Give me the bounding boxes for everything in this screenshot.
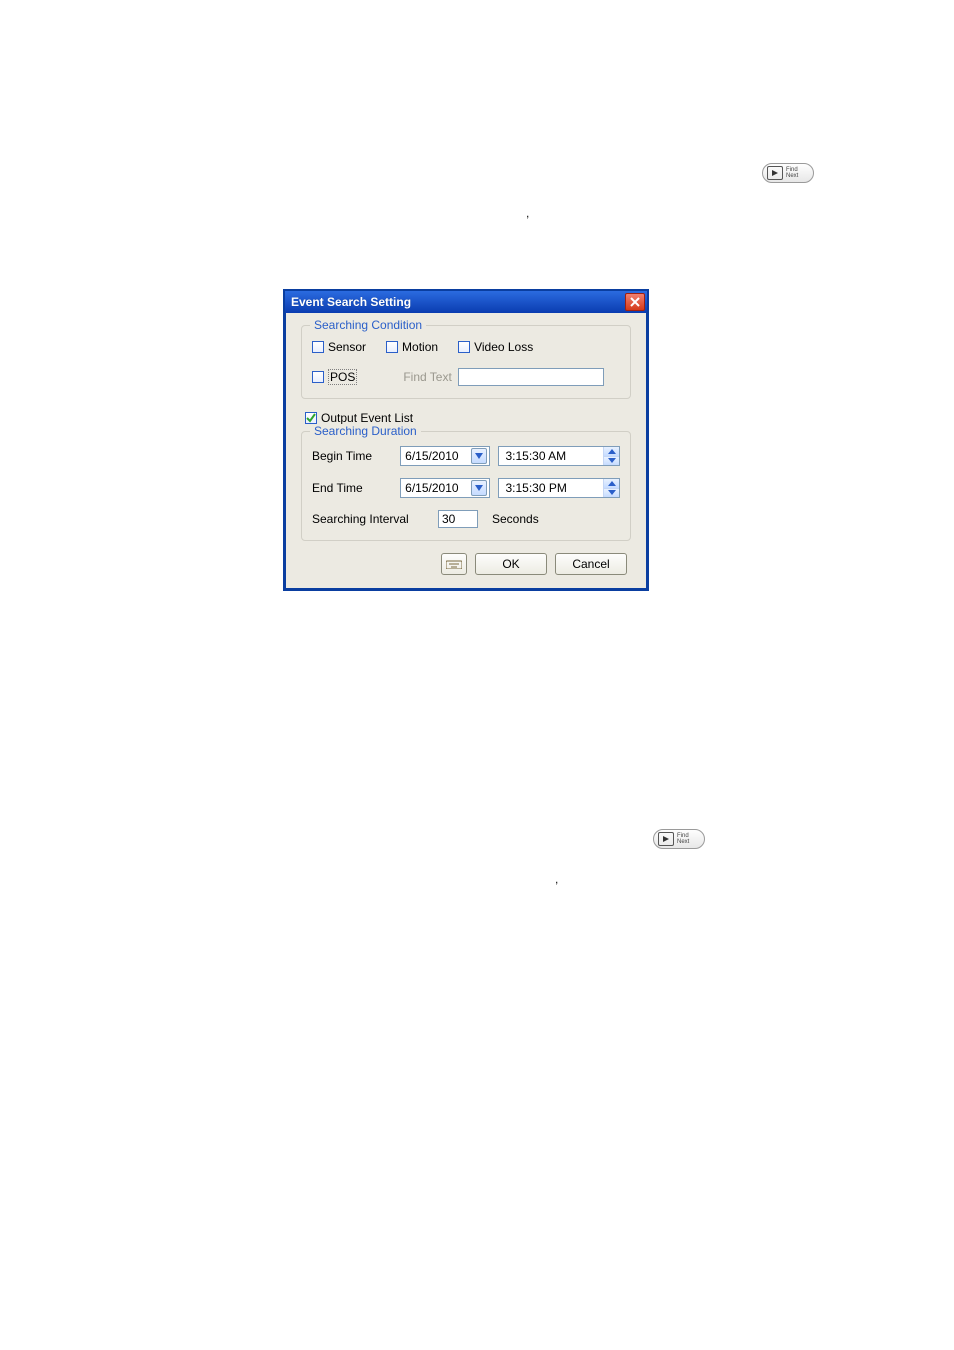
spin-down-button[interactable] xyxy=(603,488,619,498)
end-time-value: 3:15:30 PM xyxy=(499,479,603,497)
find-next-label-1: FindNext xyxy=(786,167,798,179)
find-text-label: Find Text xyxy=(403,370,451,384)
spin-up-button[interactable] xyxy=(603,447,619,456)
spin-up-button[interactable] xyxy=(603,479,619,488)
searching-duration-legend: Searching Duration xyxy=(310,424,421,438)
end-date-picker[interactable]: 6/15/2010 xyxy=(400,478,490,498)
motion-checkbox[interactable]: Motion xyxy=(386,340,438,354)
sensor-checkbox[interactable]: Sensor xyxy=(312,340,366,354)
output-event-list-checkbox[interactable]: Output Event List xyxy=(305,411,631,425)
searching-condition-legend: Searching Condition xyxy=(310,318,426,332)
play-icon xyxy=(767,166,783,180)
begin-time-label: Begin Time xyxy=(312,449,400,463)
close-icon xyxy=(630,297,640,307)
searching-condition-group: Searching Condition Sensor Motion Video … xyxy=(301,325,631,399)
dialog-titlebar: Event Search Setting xyxy=(285,291,647,313)
begin-time-value: 3:15:30 AM xyxy=(499,447,603,465)
searching-interval-input[interactable] xyxy=(438,510,478,528)
end-time-label: End Time xyxy=(312,481,400,495)
dialog-title: Event Search Setting xyxy=(291,295,411,309)
interval-unit-label: Seconds xyxy=(492,512,539,526)
spin-down-button[interactable] xyxy=(603,456,619,466)
cancel-button[interactable]: Cancel xyxy=(555,553,627,575)
begin-date-value: 6/15/2010 xyxy=(405,449,458,463)
searching-interval-label: Searching Interval xyxy=(312,512,438,526)
video-loss-checkbox[interactable]: Video Loss xyxy=(458,340,533,354)
close-button[interactable] xyxy=(625,293,645,311)
find-next-button-2[interactable]: FindNext xyxy=(653,829,705,849)
pos-label: POS xyxy=(328,369,357,385)
video-loss-label: Video Loss xyxy=(474,340,533,354)
sensor-label: Sensor xyxy=(328,340,366,354)
motion-label: Motion xyxy=(402,340,438,354)
keyboard-button[interactable] xyxy=(441,553,467,575)
ok-button[interactable]: OK xyxy=(475,553,547,575)
end-time-spinner[interactable]: 3:15:30 PM xyxy=(498,478,620,498)
output-event-list-label: Output Event List xyxy=(321,411,413,425)
find-next-button-1[interactable]: FindNext xyxy=(762,163,814,183)
begin-date-picker[interactable]: 6/15/2010 xyxy=(400,446,490,466)
chevron-down-icon xyxy=(471,480,487,496)
play-icon xyxy=(658,832,674,846)
punctuation-mark: , xyxy=(555,872,558,886)
begin-time-spinner[interactable]: 3:15:30 AM xyxy=(498,446,620,466)
end-date-value: 6/15/2010 xyxy=(405,481,458,495)
event-search-setting-dialog: Event Search Setting Searching Condition… xyxy=(283,289,649,591)
find-text-input[interactable] xyxy=(458,368,604,386)
find-next-label-2: FindNext xyxy=(677,833,689,845)
keyboard-icon xyxy=(446,559,462,569)
searching-duration-group: Searching Duration Begin Time 6/15/2010 … xyxy=(301,431,631,541)
chevron-down-icon xyxy=(471,448,487,464)
pos-checkbox[interactable]: POS xyxy=(312,369,357,385)
punctuation-mark: , xyxy=(526,206,529,220)
